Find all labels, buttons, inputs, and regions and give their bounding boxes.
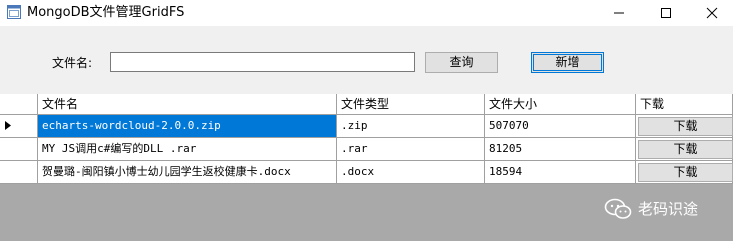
cell-filesize[interactable]: 507070 xyxy=(485,115,636,138)
minimize-icon xyxy=(614,12,624,14)
cell-filename[interactable]: MY JS调用c#编写的DLL .rar xyxy=(38,138,337,161)
minimize-button[interactable] xyxy=(596,0,642,24)
close-icon xyxy=(706,7,718,19)
column-header-download[interactable]: 下载 xyxy=(636,94,733,115)
current-row-arrow-icon xyxy=(5,121,11,130)
cell-filetype[interactable]: .rar xyxy=(337,138,485,161)
maximize-button[interactable] xyxy=(643,0,689,24)
app-icon xyxy=(7,5,21,19)
column-header-filename[interactable]: 文件名 xyxy=(38,94,337,115)
column-header-filesize[interactable]: 文件大小 xyxy=(485,94,636,115)
watermark: 老码识途 xyxy=(604,197,698,221)
row-header[interactable] xyxy=(0,115,38,138)
window-title: MongoDB文件管理GridFS xyxy=(27,5,185,20)
download-button[interactable]: 下载 xyxy=(638,140,733,159)
maximize-icon xyxy=(661,8,671,18)
title-bar: MongoDB文件管理GridFS xyxy=(0,0,733,26)
filename-input[interactable] xyxy=(110,52,415,72)
query-button[interactable]: 查询 xyxy=(425,52,498,73)
cell-filetype[interactable]: .zip xyxy=(337,115,485,138)
cell-filesize[interactable]: 18594 xyxy=(485,161,636,184)
wechat-icon xyxy=(604,198,632,219)
cell-filename[interactable]: 贺曼璐-闽阳镇小博士幼儿园学生返校健康卡.docx xyxy=(38,161,337,184)
cell-filename[interactable]: echarts-wordcloud-2.0.0.zip xyxy=(38,115,337,138)
filename-label: 文件名: xyxy=(52,56,93,70)
download-button[interactable]: 下载 xyxy=(638,117,733,136)
grid-corner-header xyxy=(0,94,38,115)
file-grid: 文件名 文件类型 文件大小 下载 echarts-wordcloud-2.0.0… xyxy=(0,94,733,184)
row-header[interactable] xyxy=(0,161,38,184)
cell-filetype[interactable]: .docx xyxy=(337,161,485,184)
add-button[interactable]: 新增 xyxy=(531,52,604,73)
column-header-filetype[interactable]: 文件类型 xyxy=(337,94,485,115)
watermark-text: 老码识途 xyxy=(638,200,699,218)
row-header[interactable] xyxy=(0,138,38,161)
download-button[interactable]: 下载 xyxy=(638,163,733,182)
cell-filesize[interactable]: 81205 xyxy=(485,138,636,161)
close-button[interactable] xyxy=(689,0,733,24)
